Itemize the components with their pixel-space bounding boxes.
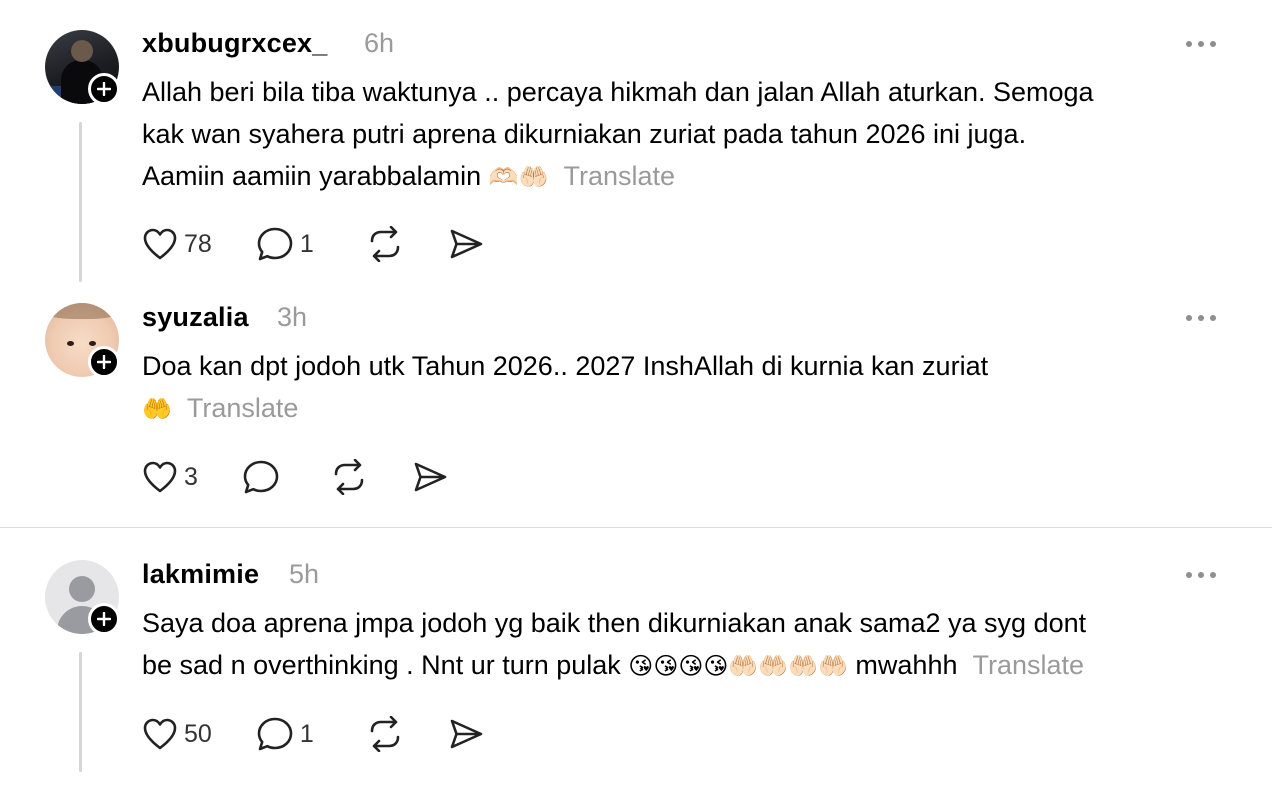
repost-icon (370, 226, 400, 262)
action-bar: 78 1 (142, 226, 528, 262)
reply-count: 1 (299, 719, 314, 748)
post-text: Allah beri bila tiba waktunya .. percaya… (142, 71, 1232, 198)
post-1: xbubugrxcex_ 6h Allah beri bila tiba wak… (0, 0, 1272, 290)
like-button[interactable]: 78 (142, 227, 212, 261)
comment-icon (257, 227, 293, 261)
like-button[interactable]: 3 (142, 460, 198, 494)
share-button[interactable] (448, 227, 484, 261)
emoji: 🫶🏻🤲🏻 (488, 163, 549, 191)
username[interactable]: xbubugrxcex_ (142, 28, 327, 59)
avatar-hair (45, 303, 119, 319)
like-count: 3 (184, 462, 198, 491)
translate-link[interactable]: Translate (187, 393, 299, 423)
timestamp: 5h (289, 559, 320, 589)
more-options-icon[interactable] (1186, 41, 1216, 47)
action-bar: 50 1 (142, 716, 528, 752)
post-text-segment: be sad n overthinking . Nnt ur turn pula… (142, 650, 621, 680)
translate-link[interactable]: Translate (973, 650, 1085, 680)
divider (0, 527, 1272, 528)
post-text-segment: Aamiin aamiin yarabbalamin (142, 161, 482, 191)
repost-icon (334, 459, 364, 495)
avatar-eye (89, 341, 96, 346)
comment-icon (243, 460, 279, 494)
follow-button[interactable] (88, 73, 120, 105)
like-button[interactable]: 50 (142, 717, 212, 751)
emoji: 🤲 (142, 395, 172, 423)
heart-icon (143, 718, 177, 750)
action-bar: 3 (142, 459, 492, 495)
emoji: 😘😘😘😘🤲🏻🤲🏻🤲🏻🤲🏻 (628, 652, 848, 680)
avatar-figure-head (71, 40, 93, 62)
follow-button[interactable] (88, 603, 120, 635)
repost-icon (370, 716, 400, 752)
thread-line (79, 122, 82, 282)
reply-count: 1 (299, 229, 314, 258)
thread-line (79, 652, 82, 772)
repost-button[interactable] (366, 716, 404, 752)
avatar-head (69, 576, 95, 602)
heart-icon (143, 461, 177, 493)
avatar-lakmimie[interactable] (45, 560, 120, 635)
repost-button[interactable] (366, 226, 404, 262)
post-text-line: 🤲 Translate (142, 387, 1232, 430)
send-icon (414, 462, 447, 492)
reply-button[interactable]: 1 (256, 226, 314, 262)
reply-button[interactable]: 1 (256, 716, 314, 752)
like-count: 78 (184, 229, 212, 258)
comment-icon (257, 717, 293, 751)
heart-icon (143, 228, 177, 260)
post-text-segment: mwahhh (855, 650, 958, 680)
username[interactable]: syuzalia (142, 302, 249, 333)
follow-button[interactable] (88, 346, 120, 378)
post-text-line: be sad n overthinking . Nnt ur turn pula… (142, 644, 1232, 687)
plus-icon (97, 82, 111, 96)
plus-icon (97, 612, 111, 626)
timestamp: 6h (364, 28, 395, 58)
plus-icon (97, 355, 111, 369)
avatar-syuzalia[interactable] (45, 303, 120, 378)
post-text-line: Aamiin aamiin yarabbalamin 🫶🏻🤲🏻 Translat… (142, 155, 1232, 198)
translate-link[interactable]: Translate (563, 161, 675, 191)
username[interactable]: lakmimie (142, 559, 259, 590)
more-options-icon[interactable] (1186, 572, 1216, 578)
post-text-line: Doa kan dpt jodoh utk Tahun 2026.. 2027 … (142, 351, 989, 381)
post-text-line: Saya doa aprena jmpa jodoh yg baik then … (142, 608, 1087, 638)
timestamp: 3h (277, 302, 308, 332)
send-icon (450, 719, 483, 749)
post-text-line: Allah beri bila tiba waktunya .. percaya… (142, 77, 1094, 107)
repost-button[interactable] (330, 459, 368, 495)
share-button[interactable] (412, 460, 448, 494)
more-options-icon[interactable] (1186, 315, 1216, 321)
send-icon (450, 229, 483, 259)
avatar-xbubugrxcex[interactable] (45, 30, 120, 105)
post-text-line: kak wan syahera putri aprena dikurniakan… (142, 119, 1027, 149)
avatar-eye (67, 341, 74, 346)
share-button[interactable] (448, 717, 484, 751)
post-text: Saya doa aprena jmpa jodoh yg baik then … (142, 602, 1232, 687)
post-text: Doa kan dpt jodoh utk Tahun 2026.. 2027 … (142, 345, 1232, 430)
like-count: 50 (184, 719, 212, 748)
reply-button[interactable] (242, 459, 286, 495)
